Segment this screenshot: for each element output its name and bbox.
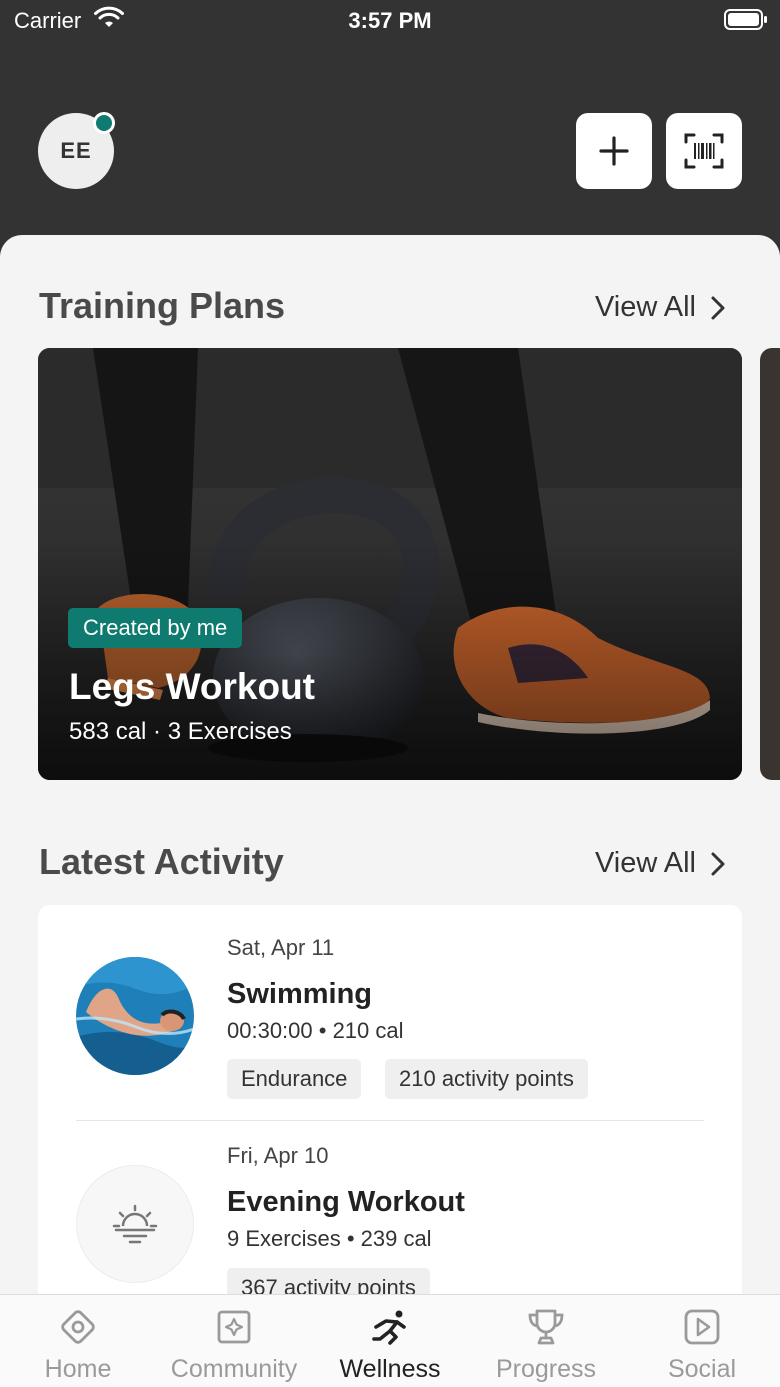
- barcode-scan-button[interactable]: [666, 113, 742, 189]
- avatar-initials: EE: [60, 138, 92, 163]
- tab-social[interactable]: Social: [624, 1295, 780, 1387]
- activity-meta: 00:30:00 • 210 cal: [227, 1018, 404, 1043]
- plan-meta: 583 cal · 3 Exercises: [69, 718, 292, 745]
- add-button[interactable]: [576, 113, 652, 189]
- chevron-right-icon: [711, 852, 725, 875]
- sunset-icon: [76, 1165, 194, 1283]
- activity-meta: 9 Exercises • 239 cal: [227, 1226, 432, 1251]
- battery-icon: [724, 9, 767, 30]
- activity-date: Sat, Apr 11: [227, 935, 335, 960]
- tab-bar: Home Community Wellness Progress Social: [0, 1294, 780, 1387]
- tab-label: Home: [44, 1355, 112, 1383]
- tab-progress[interactable]: Progress: [468, 1295, 624, 1387]
- content-sheet: Training Plans View All Created by me Le…: [0, 235, 780, 1387]
- tab-community[interactable]: Community: [156, 1295, 312, 1387]
- tab-label: Community: [170, 1355, 298, 1383]
- latest-activity-view-all[interactable]: View All: [595, 847, 726, 880]
- tab-wellness[interactable]: Wellness: [312, 1295, 468, 1387]
- next-plan-card-peek[interactable]: [760, 348, 780, 780]
- swimmer-photo: [76, 957, 194, 1075]
- view-all-label: View All: [594, 847, 696, 879]
- created-by-me-badge: Created by me: [68, 608, 243, 648]
- plan-title: Legs Workout: [69, 666, 315, 707]
- latest-activity-title: Latest Activity: [39, 841, 284, 882]
- tab-label: Social: [667, 1355, 737, 1383]
- status-bar: Carrier 3:57 PM: [0, 0, 780, 40]
- online-status-dot: [93, 112, 115, 134]
- activity-item[interactable]: Sat, Apr 11 Swimming 00:30:00 • 210 cal …: [38, 905, 742, 1120]
- training-plans-title: Training Plans: [39, 285, 286, 326]
- activity-tag: Endurance: [227, 1059, 362, 1099]
- activity-name: Swimming: [227, 978, 373, 1010]
- training-plans-view-all[interactable]: View All: [595, 291, 726, 324]
- plus-icon: [599, 136, 629, 166]
- chevron-right-icon: [711, 296, 725, 319]
- card-gradient-overlay: [38, 348, 742, 780]
- tab-label: Wellness: [339, 1355, 441, 1383]
- tab-home[interactable]: Home: [0, 1295, 156, 1387]
- trophy-icon: [528, 1309, 564, 1345]
- activity-name: Evening Workout: [227, 1186, 465, 1218]
- clock: 3:57 PM: [348, 8, 432, 33]
- view-all-label: View All: [594, 291, 696, 323]
- training-plan-card[interactable]: Created by me Legs Workout 583 cal · 3 E…: [38, 348, 742, 780]
- community-icon: [217, 1310, 251, 1344]
- play-icon: [684, 1309, 720, 1345]
- wellness-icon: [372, 1310, 406, 1345]
- activity-date: Fri, Apr 10: [227, 1143, 329, 1168]
- barcode-scan-icon: [684, 133, 724, 169]
- activity-points-tag: 210 activity points: [385, 1059, 588, 1099]
- home-icon: [61, 1310, 95, 1344]
- tab-label: Progress: [495, 1355, 597, 1383]
